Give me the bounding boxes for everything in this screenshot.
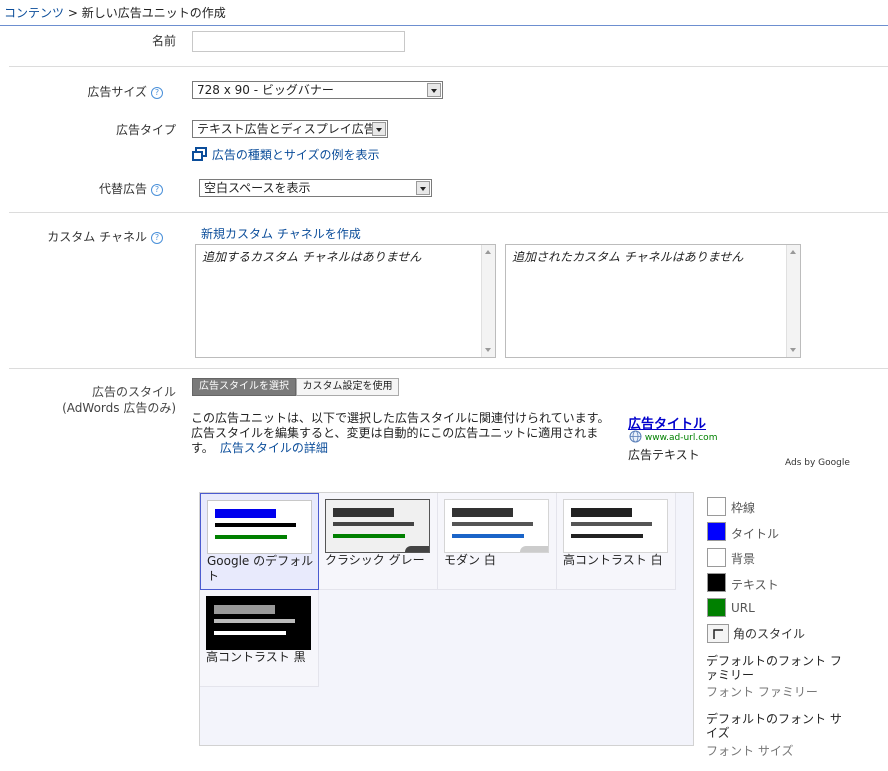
title-color-swatch[interactable] [707,522,726,541]
alt-ads-value: 空白スペースを表示 [204,181,311,195]
style-description: この広告ユニットは、以下で選択した広告スタイルに関連付けられています。 広告スタ… [191,411,610,455]
name-input[interactable] [192,31,405,52]
ad-type-label: 広告タイプ [115,123,176,137]
ad-style-label: 広告のスタイル [91,385,176,399]
font-family-select[interactable]: フォント ファミリー [706,683,818,700]
title-color-label: タイトル [731,527,780,541]
preset-caption: 高コントラスト 白 [563,553,663,567]
corner-square-icon [713,629,723,639]
url-color-label: URL [731,601,755,615]
name-label: 名前 [151,34,176,48]
preset-google-default[interactable]: Google のデフォルト [200,493,319,590]
scroll-up-icon[interactable] [485,250,491,254]
ad-type-value: テキスト広告とディスプレイ広告 [197,122,376,136]
divider [9,212,888,213]
globe-icon [629,430,642,443]
divider [9,66,888,67]
preset-thumb [325,499,430,553]
breadcrumb: コンテンツ > 新しい広告ユニットの作成 [4,4,226,21]
text-color-swatch[interactable] [707,573,726,592]
style-details-link[interactable]: 広告スタイルの詳細 [220,441,328,455]
type-examples-link[interactable]: 広告の種類とサイズの例を表示 [212,148,380,162]
preset-thumb [444,499,549,553]
background-color-label: 背景 [731,552,756,566]
border-color-label: 枠線 [731,501,756,515]
available-channels-list[interactable]: 追加するカスタム チャネルはありません [195,244,496,358]
chevron-down-icon [372,122,386,136]
ad-style-sublabel: (AdWords 広告のみ) [62,401,176,415]
scrollbar[interactable] [481,245,495,357]
alt-ads-select[interactable]: 空白スペースを表示 [199,179,432,197]
corner-style-label: 角のスタイル [733,627,806,641]
border-color-swatch[interactable] [707,497,726,516]
background-color-swatch[interactable] [707,548,726,567]
preset-high-contrast-white[interactable]: 高コントラスト 白 [557,493,676,590]
ads-by-google: Ads by Google [785,458,850,468]
font-family-label: デフォルトのフォント ファミリー [706,654,842,682]
preset-modern-white[interactable]: モダン 白 [438,493,557,590]
preview-url: www.ad-url.com [644,433,718,443]
preset-thumb [207,500,312,554]
breadcrumb-current: 新しい広告ユニットの作成 [81,6,226,20]
chevron-down-icon [416,181,430,195]
preset-caption: 高コントラスト 黒 [206,650,306,664]
available-empty-text: 追加するカスタム チャネルはありません [202,250,422,264]
preset-caption: Google のデフォルト [207,554,314,583]
new-channel-link[interactable]: 新規カスタム チャネルを作成 [201,225,361,242]
ad-type-select[interactable]: テキスト広告とディスプレイ広告 [192,120,388,138]
preset-caption: モダン 白 [444,553,496,567]
corner-style-button[interactable] [707,624,729,643]
url-color-swatch[interactable] [707,598,726,617]
help-icon[interactable]: ? [151,87,163,99]
added-channels-list[interactable]: 追加されたカスタム チャネルはありません [505,244,801,358]
scroll-down-icon[interactable] [485,348,491,352]
scroll-down-icon[interactable] [790,348,796,352]
alt-ads-label: 代替広告? [0,180,163,197]
preset-thumb [206,596,311,650]
tab-custom-settings[interactable]: カスタム設定を使用 [296,378,399,396]
help-icon[interactable]: ? [151,232,163,244]
preset-thumb [563,499,668,553]
type-examples-row[interactable]: 広告の種類とサイズの例を表示 [192,146,379,163]
breadcrumb-separator: > [64,6,82,20]
chevron-down-icon [427,83,441,97]
custom-channel-label: カスタム チャネル? [0,228,163,245]
preset-high-contrast-black[interactable]: 高コントラスト 黒 [200,590,319,687]
popup-window-icon [192,147,207,161]
font-size-select[interactable]: フォント サイズ [706,742,793,759]
style-presets-grid: Google のデフォルト クラシック グレー モダン 白 高コントラスト 白 [199,492,694,746]
text-color-label: テキスト [731,578,779,592]
ad-size-select[interactable]: 728 x 90 - ビッグバナー [192,81,443,99]
help-icon[interactable]: ? [151,184,163,196]
scroll-up-icon[interactable] [790,250,796,254]
tab-select-style[interactable]: 広告スタイルを選択 [192,378,296,396]
font-size-label: デフォルトのフォント サイズ [706,712,842,740]
scrollbar[interactable] [786,245,800,357]
ad-size-label: 広告サイズ? [0,83,163,100]
preview-url-row: www.ad-url.com [629,430,717,443]
preview-text: 広告テキスト [628,448,700,462]
ad-size-value: 728 x 90 - ビッグバナー [197,83,334,97]
preset-caption: クラシック グレー [325,553,425,567]
added-empty-text: 追加されたカスタム チャネルはありません [512,250,744,264]
preset-classic-gray[interactable]: クラシック グレー [319,493,438,590]
divider [9,368,888,369]
breadcrumb-content-link[interactable]: コンテンツ [4,6,64,20]
